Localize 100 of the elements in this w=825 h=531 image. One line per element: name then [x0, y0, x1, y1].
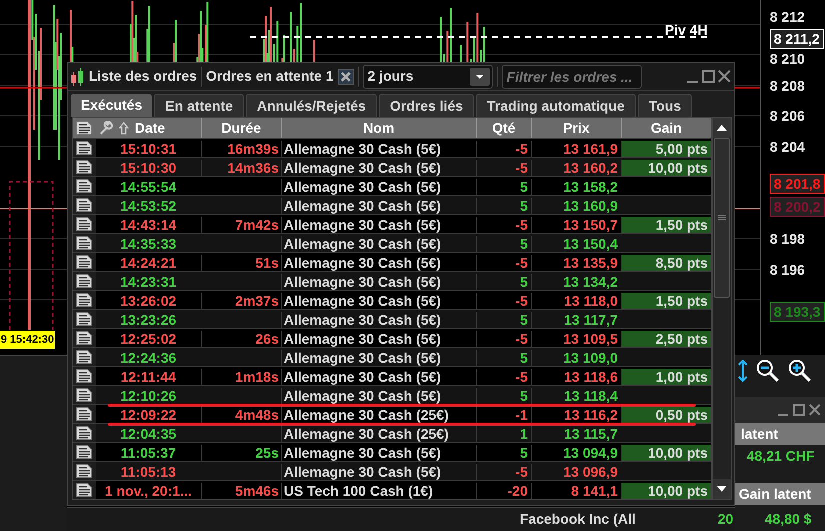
table-row[interactable]: 14:53:52 Allemagne 30 Cash (5€) 5 13 160,9 — [73, 195, 711, 214]
zoom-out-icon[interactable] — [756, 359, 780, 383]
candlestick-icon — [71, 66, 85, 88]
document-icon[interactable] — [76, 482, 93, 498]
price-label: 8 210 — [770, 50, 806, 68]
table-cell: 1,50 pts — [621, 217, 711, 233]
table-cell: 20 — [718, 511, 734, 527]
document-icon[interactable] — [76, 464, 93, 478]
document-icon[interactable] — [76, 292, 93, 308]
window-title: Liste des ordres — [89, 67, 198, 86]
price-label: 8 204 — [770, 138, 806, 156]
document-icon[interactable] — [76, 368, 93, 384]
pivot-label: Piv 4H — [665, 21, 708, 40]
table-cell: Facebook Inc (All — [520, 511, 636, 527]
table-cell-text: 12:10:26 — [119, 388, 178, 404]
table-cell-text: 15:10:30 — [119, 160, 178, 176]
table-row[interactable]: 15:10:30 14m36s Allemagne 30 Cash (5€) -5 13 160,2 10,00 pts — [73, 157, 711, 176]
maximize-icon[interactable] — [702, 70, 715, 83]
document-icon[interactable] — [76, 216, 93, 232]
document-icon[interactable] — [76, 330, 93, 346]
table-row[interactable]: 13:26:02 2m37s Allemagne 30 Cash (5€) -5 13 118,0 1,50 pts — [73, 290, 711, 309]
table-cell: 0,50 pts — [621, 407, 711, 423]
document-icon[interactable] — [76, 254, 93, 270]
maximize-icon[interactable] — [793, 404, 805, 416]
table-cell: -20 — [476, 483, 531, 499]
document-icon[interactable] — [76, 160, 93, 174]
price-marker: 8 201,8 — [770, 174, 825, 194]
document-icon[interactable] — [76, 120, 93, 136]
document-icon[interactable] — [76, 350, 93, 364]
table-cell-text: 14:55:54 — [119, 179, 178, 195]
close-icon[interactable] — [809, 404, 821, 416]
table-cell: 2,50 pts — [621, 331, 711, 347]
close-icon[interactable] — [718, 70, 731, 83]
table-cell-text: 12:25:02 — [119, 331, 178, 347]
table-cell: 5m46s — [201, 483, 281, 499]
table-cell-text: 15:10:31 — [119, 141, 178, 157]
table-cell: 1,50 pts — [621, 293, 711, 309]
period-dropdown[interactable]: 2 jours — [362, 64, 493, 88]
table-cell: 10,00 pts — [621, 160, 711, 176]
scroll-up-icon[interactable] — [713, 118, 731, 138]
column-header[interactable]: Gain latent — [735, 483, 825, 505]
document-icon[interactable] — [76, 198, 93, 212]
document-icon[interactable] — [76, 388, 93, 402]
table-cell: 10,00 pts — [621, 445, 711, 461]
document-icon[interactable] — [76, 178, 93, 194]
price-label: 8 212 — [770, 8, 806, 26]
table-cell-text: 14:24:21 — [119, 255, 178, 271]
document-icon[interactable] — [76, 406, 93, 422]
table-row[interactable]: 12:09:22 4m48s Allemagne 30 Cash (25€) -1 13 116,2 0,50 pts — [73, 404, 711, 423]
table-row[interactable]: 14:35:33 Allemagne 30 Cash (5€) 5 13 150,4 — [73, 233, 711, 252]
table-row[interactable]: 15:10:31 16m39s Allemagne 30 Cash (5€) -5 13 161,9 5,00 pts — [73, 138, 711, 157]
close-icon[interactable] — [338, 68, 354, 84]
table-row[interactable]: 11:05:13 Allemagne 30 Cash (5€) -5 13 096,9 — [73, 461, 711, 480]
tab[interactable]: En attente — [154, 94, 244, 117]
filter-field[interactable]: Filtrer les ordres ... — [502, 64, 642, 88]
wrench-icon[interactable] — [99, 121, 113, 135]
tab[interactable]: Trading automatique — [476, 94, 636, 117]
document-icon[interactable] — [76, 236, 93, 250]
column-header[interactable]: Date — [135, 118, 166, 138]
grip-icon — [718, 215, 726, 221]
table-cell-text: 13:23:26 — [119, 312, 178, 328]
table-row[interactable]: 14:23:31 Allemagne 30 Cash (5€) 5 13 134,2 — [73, 271, 711, 290]
table-cell: US Tech 100 Cash (1€) — [281, 483, 476, 499]
table-cell: 48,80 $ — [765, 511, 812, 527]
zoom-in-icon[interactable] — [788, 359, 812, 383]
document-icon[interactable] — [76, 140, 93, 156]
sort-up-icon[interactable] — [119, 122, 129, 134]
table-row[interactable]: 12:10:26 Allemagne 30 Cash (5€) 5 13 118,4 — [73, 385, 711, 404]
table-row[interactable]: 12:24:36 Allemagne 30 Cash (5€) 5 13 109,0 — [73, 347, 711, 366]
table-cell-text: 12:24:36 — [119, 350, 178, 366]
table-row[interactable]: 14:24:21 51s Allemagne 30 Cash (5€) -5 13 135,9 8,50 pts — [73, 252, 711, 271]
table-cell-text: 14:43:14 — [119, 217, 178, 233]
document-icon[interactable] — [76, 426, 93, 440]
scroll-down-icon[interactable] — [713, 479, 731, 499]
document-icon[interactable] — [76, 274, 93, 288]
tab[interactable]: Annulés/Rejetés — [246, 94, 378, 117]
price-label: 8 206 — [770, 107, 806, 125]
table-cell-text: 14:23:31 — [119, 274, 178, 290]
price-marker: 8 200,2 — [770, 197, 825, 217]
table-cell-text: 14:53:52 — [119, 198, 178, 214]
table-row[interactable]: 12:11:44 1m18s Allemagne 30 Cash (5€) -5 13 118,6 1,00 pts — [73, 366, 711, 385]
table-row[interactable]: 11:05:37 25s Allemagne 30 Cash (5€) 5 13 094,9 10,00 pts — [73, 442, 711, 461]
scrollbar-thumb[interactable] — [714, 138, 730, 298]
price-marker: 8 211,2 — [770, 29, 824, 49]
table-row[interactable]: 12:25:02 26s Allemagne 30 Cash (5€) -5 13 109,5 2,50 pts — [73, 328, 711, 347]
document-icon[interactable] — [76, 444, 93, 460]
column-header[interactable]: latent — [735, 423, 825, 445]
table-row[interactable]: 13:23:26 Allemagne 30 Cash (5€) 5 13 117,7 — [73, 309, 711, 328]
vertical-resize-icon[interactable] — [738, 360, 748, 382]
table-row[interactable]: 1 nov., 20:1... 5m46s US Tech 100 Cash (1€) -20 8 141,1 10,00 pts — [73, 480, 711, 499]
tab[interactable]: Exécutés — [71, 94, 152, 117]
table-row[interactable]: 14:55:54 Allemagne 30 Cash (5€) 5 13 158,2 — [73, 176, 711, 195]
table-row[interactable]: 14:43:14 7m42s Allemagne 30 Cash (5€) -5 13 150,7 1,50 pts — [73, 214, 711, 233]
tab[interactable]: Ordres liés — [379, 94, 474, 117]
table-cell: 1,00 pts — [621, 369, 711, 385]
latent-value: 48,21 CHF — [746, 447, 816, 466]
pending-orders-tab[interactable]: Ordres en attente 1 — [206, 66, 334, 87]
document-icon[interactable] — [76, 312, 93, 326]
table-row[interactable]: 12:04:35 Allemagne 30 Cash (25€) 1 13 115,7 — [73, 423, 711, 442]
tab[interactable]: Tous — [638, 94, 692, 117]
